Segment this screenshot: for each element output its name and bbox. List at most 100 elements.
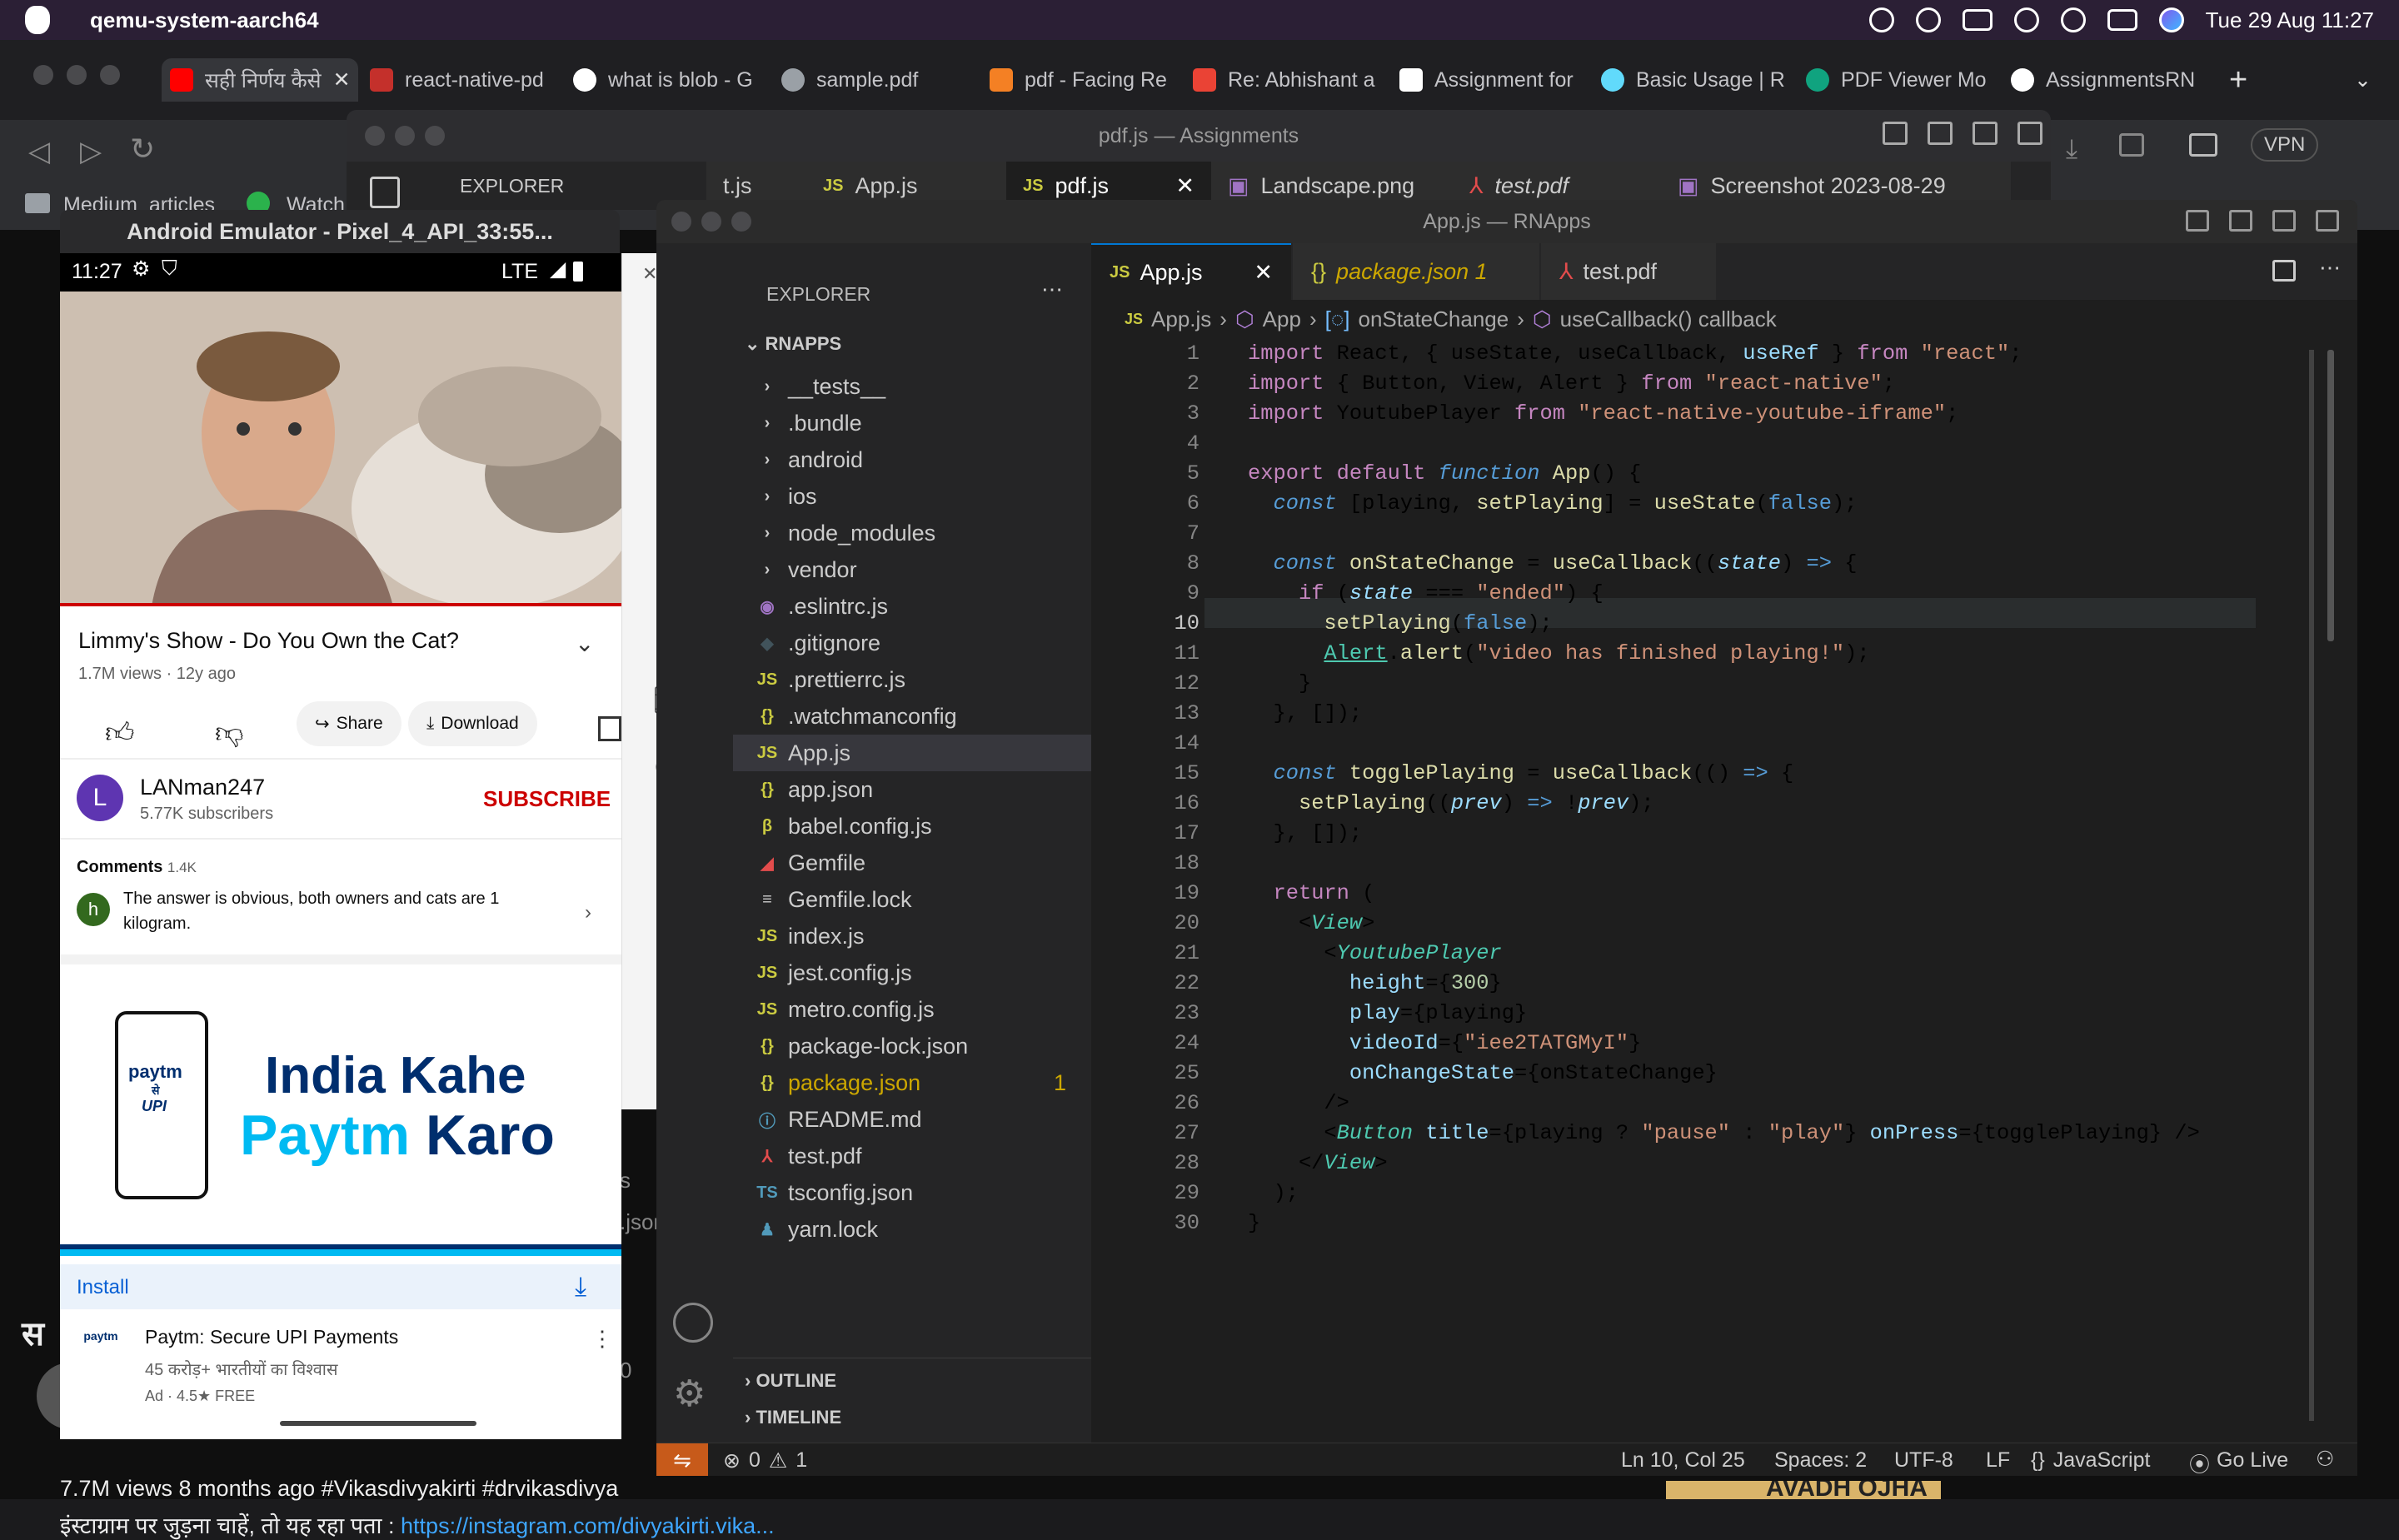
toggle-sidebar-icon[interactable] bbox=[2186, 210, 2209, 232]
browser-tab[interactable]: सही निर्णय कैसे ✕ bbox=[162, 58, 358, 102]
search-icon[interactable] bbox=[2060, 7, 2086, 32]
browser-tab[interactable]: pdf - Facing Re bbox=[990, 58, 1171, 102]
file-tree-item[interactable]: › android bbox=[733, 441, 1091, 478]
download-icon[interactable]: ⤓ bbox=[2066, 133, 2077, 165]
editor-tab-active[interactable]: JS App.js ✕ bbox=[1091, 243, 1291, 300]
browser-tab[interactable]: Assignment for bbox=[1399, 58, 1584, 102]
file-tree-item[interactable]: {} package.json 1 bbox=[733, 1064, 1091, 1101]
channel-avatar[interactable]: L bbox=[77, 775, 123, 821]
app-name[interactable]: Paytm: Secure UPI Payments bbox=[145, 1326, 398, 1348]
file-tree-item[interactable]: {} .watchmanconfig bbox=[733, 698, 1091, 735]
file-tree-item[interactable]: JS App.js bbox=[733, 735, 1091, 771]
file-tree-item[interactable]: › .bundle bbox=[733, 405, 1091, 441]
editor-tab[interactable]: ⅄ test.pdf bbox=[1541, 243, 1716, 300]
breadcrumb-item[interactable]: onStateChange bbox=[1359, 307, 1509, 332]
gesture-bar[interactable] bbox=[280, 1421, 476, 1426]
file-tree-item[interactable]: ◆ .gitignore bbox=[733, 625, 1091, 661]
file-tree-item[interactable]: JS metro.config.js bbox=[733, 991, 1091, 1028]
minimize-dot[interactable] bbox=[67, 65, 87, 85]
promo-banner[interactable]: AVADH OJHA bbox=[1666, 1481, 1941, 1499]
account-icon[interactable] bbox=[673, 1303, 713, 1343]
breadcrumb-item[interactable]: App bbox=[1263, 307, 1301, 332]
comments-header[interactable]: Comments 1.4K bbox=[77, 858, 197, 877]
chevron-right-icon[interactable]: › bbox=[585, 901, 591, 924]
go-live-button[interactable]: ⦿ Go Live bbox=[2189, 1448, 2288, 1476]
ad-banner[interactable]: paytm से UPI India Kahe Paytm Karo bbox=[60, 964, 621, 1264]
browser-tab[interactable]: Re: Abhishant a bbox=[1193, 58, 1383, 102]
file-tree-item[interactable]: ◉ .eslintrc.js bbox=[733, 588, 1091, 625]
minimap-scroll-track[interactable] bbox=[2309, 350, 2314, 1421]
video-player[interactable] bbox=[60, 292, 621, 608]
back-icon[interactable]: ◁ bbox=[28, 135, 50, 168]
browser-tab[interactable]: AssignmentsRN bbox=[2011, 58, 2196, 102]
file-tree-item[interactable]: {} package-lock.json bbox=[733, 1028, 1091, 1064]
layout-icon[interactable] bbox=[1973, 122, 1998, 145]
cursor-position[interactable]: Ln 10, Col 25 bbox=[1621, 1448, 1745, 1473]
zoom-dot[interactable] bbox=[731, 212, 751, 232]
split-editor-icon[interactable] bbox=[2272, 260, 2296, 282]
chevron-down-icon[interactable]: ⌄ bbox=[2354, 58, 2379, 102]
remote-icon[interactable]: ⇋ bbox=[656, 1443, 708, 1476]
file-tree-item[interactable]: ⓘ README.md bbox=[733, 1101, 1091, 1138]
explorer-icon[interactable] bbox=[370, 177, 400, 208]
language-mode[interactable]: {} JavaScript bbox=[2031, 1448, 2150, 1473]
browser-tab[interactable]: PDF Viewer Mo bbox=[1806, 58, 1991, 102]
subscribe-button[interactable]: SUBSCRIBE bbox=[483, 786, 611, 812]
outline-section[interactable]: › OUTLINE bbox=[745, 1370, 836, 1392]
active-app-name[interactable]: qemu-system-aarch64 bbox=[90, 7, 319, 33]
reload-icon[interactable]: ↻ bbox=[130, 132, 155, 167]
emulator-title[interactable]: Android Emulator - Pixel_4_API_33:55... bbox=[60, 210, 620, 253]
dislike-icon[interactable]: 👎︎ bbox=[215, 716, 244, 750]
layout-icon[interactable] bbox=[1883, 122, 1908, 145]
accounts-icon[interactable]: ⚇ bbox=[2316, 1447, 2334, 1472]
file-tree-item[interactable]: ⅄ test.pdf bbox=[733, 1138, 1091, 1174]
browser-tab[interactable]: what is blob - G bbox=[573, 58, 760, 102]
file-tree-item[interactable]: ◢ Gemfile bbox=[733, 845, 1091, 881]
link-icon[interactable] bbox=[2013, 7, 2039, 32]
browser-tab[interactable]: sample.pdf bbox=[781, 58, 981, 102]
encoding[interactable]: UTF-8 bbox=[1894, 1448, 1953, 1473]
wallet-icon[interactable] bbox=[2189, 133, 2217, 157]
instagram-link[interactable]: https://instagram.com/divyakirti.vika... bbox=[401, 1513, 775, 1538]
file-tree-item[interactable]: JS index.js bbox=[733, 918, 1091, 954]
menubar-clock[interactable]: Tue 29 Aug 11:27 bbox=[2206, 7, 2374, 33]
browser-tab[interactable]: Basic Usage | R bbox=[1601, 58, 1786, 102]
control-center-icon[interactable] bbox=[2107, 9, 2137, 31]
timeline-section[interactable]: › TIMELINE bbox=[745, 1407, 841, 1428]
close-icon[interactable]: ✕ bbox=[1175, 173, 1195, 199]
more-icon[interactable]: ⋯ bbox=[2319, 255, 2341, 281]
customize-layout-icon[interactable] bbox=[2316, 210, 2339, 232]
file-tree-item[interactable]: JS .prettierrc.js bbox=[733, 661, 1091, 698]
file-tree-item[interactable]: β babel.config.js bbox=[733, 808, 1091, 845]
like-icon[interactable]: 👍︎ bbox=[105, 716, 135, 750]
forward-icon[interactable]: ▷ bbox=[80, 135, 102, 168]
zoom-dot[interactable] bbox=[425, 126, 445, 146]
browser-tab[interactable]: react-native-pd bbox=[370, 58, 553, 102]
file-tree-item[interactable]: {} app.json bbox=[733, 771, 1091, 808]
more-icon[interactable]: ⋮ bbox=[591, 1326, 613, 1352]
indentation[interactable]: Spaces: 2 bbox=[1774, 1448, 1867, 1473]
close-dot[interactable] bbox=[671, 212, 691, 232]
breadcrumb-item[interactable]: useCallback() callback bbox=[1560, 307, 1777, 332]
file-tree-item[interactable]: JS jest.config.js bbox=[733, 954, 1091, 991]
scrollbar[interactable] bbox=[2327, 350, 2334, 641]
zoom-dot[interactable] bbox=[100, 65, 120, 85]
battery-icon[interactable] bbox=[1962, 9, 1993, 31]
top-comment[interactable]: The answer is obvious, both owners and c… bbox=[123, 886, 556, 936]
sidebar-icon[interactable] bbox=[2119, 133, 2144, 157]
install-bar[interactable]: Install ⤓ bbox=[60, 1264, 621, 1309]
download-button[interactable]: ⤓ Download bbox=[408, 701, 537, 746]
file-tree-item[interactable]: ≡ Gemfile.lock bbox=[733, 881, 1091, 918]
close-icon[interactable]: ✕ bbox=[642, 263, 657, 285]
siri-icon[interactable] bbox=[2158, 7, 2184, 32]
file-tree-item[interactable]: › __tests__ bbox=[733, 368, 1091, 405]
vpn-badge[interactable]: VPN bbox=[2251, 128, 2319, 162]
toggle-panel-icon[interactable] bbox=[2229, 210, 2252, 232]
new-tab-icon[interactable]: + bbox=[2229, 58, 2262, 102]
editor-tab[interactable]: {} package.json 1 bbox=[1293, 243, 1539, 300]
layout-icon[interactable] bbox=[2017, 122, 2042, 145]
toggle-secondary-sidebar-icon[interactable] bbox=[2272, 210, 2296, 232]
project-root[interactable]: ⌄ RNAPPS bbox=[745, 333, 841, 355]
save-icon[interactable] bbox=[598, 716, 621, 741]
chevron-down-icon[interactable]: ⌄ bbox=[575, 630, 594, 657]
